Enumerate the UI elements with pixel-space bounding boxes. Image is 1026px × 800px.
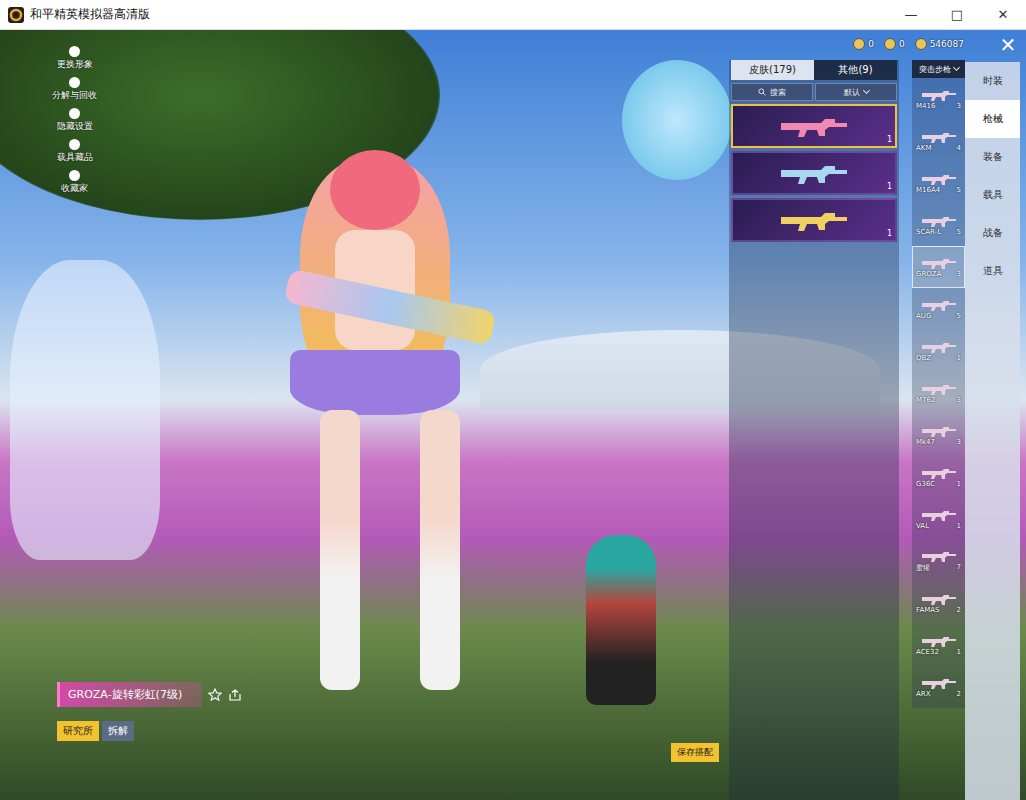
weapon-item[interactable]: AKM4: [912, 120, 965, 162]
window-control[interactable]: ✕: [980, 0, 1026, 29]
nav-item[interactable]: 载具: [965, 176, 1020, 214]
side-menu-item[interactable]: 隐藏设置: [52, 108, 97, 133]
character-head: [330, 150, 420, 230]
coin-icon: [853, 38, 865, 50]
side-menu-item[interactable]: 载具藏品: [52, 139, 97, 164]
rifle-icon: [921, 298, 957, 312]
rifle-icon: [921, 256, 957, 270]
character-leg: [320, 410, 360, 690]
category-dropdown[interactable]: 突击步枪: [912, 60, 965, 78]
star-icon[interactable]: [208, 688, 222, 702]
menu-icon: [69, 46, 80, 57]
currency: 546087: [915, 38, 964, 50]
weapon-item[interactable]: M4163: [912, 78, 965, 120]
rifle-icon: [779, 208, 849, 232]
character-leg: [420, 410, 460, 690]
close-button[interactable]: ✕: [996, 32, 1020, 58]
cloud-pet: [622, 60, 732, 180]
nav-item[interactable]: 装备: [965, 138, 1020, 176]
weapon-item[interactable]: ACE321: [912, 624, 965, 666]
weapon-item[interactable]: G36C1: [912, 456, 965, 498]
robot-bear: [586, 535, 656, 705]
chevron-icon: [862, 87, 869, 94]
currency: 0: [884, 38, 905, 50]
app-window: 和平精英模拟器高清版—□✕更换形象分解与回收隐藏设置载具藏品收藏家0054608…: [0, 0, 1026, 800]
rifle-icon: [921, 214, 957, 228]
qilin-pet: [10, 260, 160, 560]
skin-action-button[interactable]: 拆解: [102, 721, 134, 741]
side-menu-item[interactable]: 收藏家: [52, 170, 97, 195]
weapon-item[interactable]: VAL1: [912, 498, 965, 540]
window-control[interactable]: □: [934, 0, 980, 29]
skin-name: GROZA-旋转彩虹(7级): [57, 682, 202, 707]
title-bar: 和平精英模拟器高清版—□✕: [0, 0, 1026, 30]
rifle-icon: [921, 340, 957, 354]
menu-icon: [69, 108, 80, 119]
search-field[interactable]: 搜索: [731, 83, 813, 101]
weapon-item[interactable]: AUG5: [912, 288, 965, 330]
rifle-icon: [921, 172, 957, 186]
coin-icon: [915, 38, 927, 50]
menu-icon: [69, 170, 80, 181]
category-nav: 时装枪械装备载具战备道具: [965, 62, 1020, 800]
side-menu: 更换形象分解与回收隐藏设置载具藏品收藏家: [52, 46, 97, 195]
rifle-icon: [921, 466, 957, 480]
sort-dropdown[interactable]: 默认: [815, 83, 897, 101]
save-outfit-button[interactable]: 保存搭配: [671, 743, 719, 762]
nav-item[interactable]: 时装: [965, 62, 1020, 100]
filter-row: 搜索默认: [731, 83, 897, 101]
rifle-icon: [779, 114, 849, 138]
weapon-item[interactable]: 蜜獾7: [912, 540, 965, 582]
currency: 0: [853, 38, 874, 50]
window-controls: —□✕: [888, 0, 1026, 29]
menu-icon: [69, 77, 80, 88]
skin-card[interactable]: 1: [731, 151, 897, 195]
menu-icon: [69, 139, 80, 150]
weapon-item[interactable]: M16A45: [912, 162, 965, 204]
weapon-item[interactable]: FAMAS2: [912, 582, 965, 624]
window-title: 和平精英模拟器高清版: [30, 6, 888, 23]
skin-card[interactable]: 1: [731, 104, 897, 148]
side-menu-item[interactable]: 分解与回收: [52, 77, 97, 102]
window-control[interactable]: —: [888, 0, 934, 29]
weapon-item[interactable]: Mk473: [912, 414, 965, 456]
skin-tab[interactable]: 皮肤(179): [731, 60, 814, 80]
game-scene: 更换形象分解与回收隐藏设置载具藏品收藏家 00 546087 ✕ 皮肤(179)其他(9…: [0, 30, 1026, 800]
rifle-icon: [921, 130, 957, 144]
skin-action-button[interactable]: 研究所: [57, 721, 99, 741]
rifle-icon: [921, 382, 957, 396]
search-icon: [758, 88, 766, 96]
share-icon[interactable]: [228, 688, 242, 702]
rifle-icon: [779, 161, 849, 185]
rifle-icon: [921, 634, 957, 648]
weapon-item[interactable]: ARX2: [912, 666, 965, 708]
rifle-icon: [921, 549, 957, 563]
weapon-item[interactable]: SCAR-L5: [912, 204, 965, 246]
skin-tabs: 皮肤(179)其他(9): [731, 60, 897, 80]
character-skirt: [290, 350, 460, 415]
currency-bar: 00 546087: [853, 38, 964, 50]
nav-item[interactable]: 战备: [965, 214, 1020, 252]
rifle-icon: [921, 676, 957, 690]
rifle-icon: [921, 508, 957, 522]
rifle-icon: [921, 592, 957, 606]
nav-item[interactable]: 枪械: [965, 100, 1020, 138]
rifle-icon: [921, 424, 957, 438]
weapon-item[interactable]: M7623: [912, 372, 965, 414]
weapon-column: 突击步枪M4163AKM4M16A45SCAR-L5GROZA3AUG5QBZ1…: [912, 60, 965, 708]
app-logo-icon: [8, 7, 24, 23]
chevron-icon: [952, 64, 959, 71]
skin-tab[interactable]: 其他(9): [814, 60, 897, 80]
weapon-item[interactable]: GROZA3: [912, 246, 965, 288]
rifle-icon: [921, 88, 957, 102]
nav-item[interactable]: 道具: [965, 252, 1020, 290]
coin-icon: [884, 38, 896, 50]
side-menu-item[interactable]: 更换形象: [52, 46, 97, 71]
skin-card[interactable]: 1: [731, 198, 897, 242]
weapon-item[interactable]: QBZ1: [912, 330, 965, 372]
skin-panel: 皮肤(179)其他(9)搜索默认111: [729, 60, 899, 800]
current-skin: GROZA-旋转彩虹(7级) 研究所拆解: [57, 682, 242, 741]
